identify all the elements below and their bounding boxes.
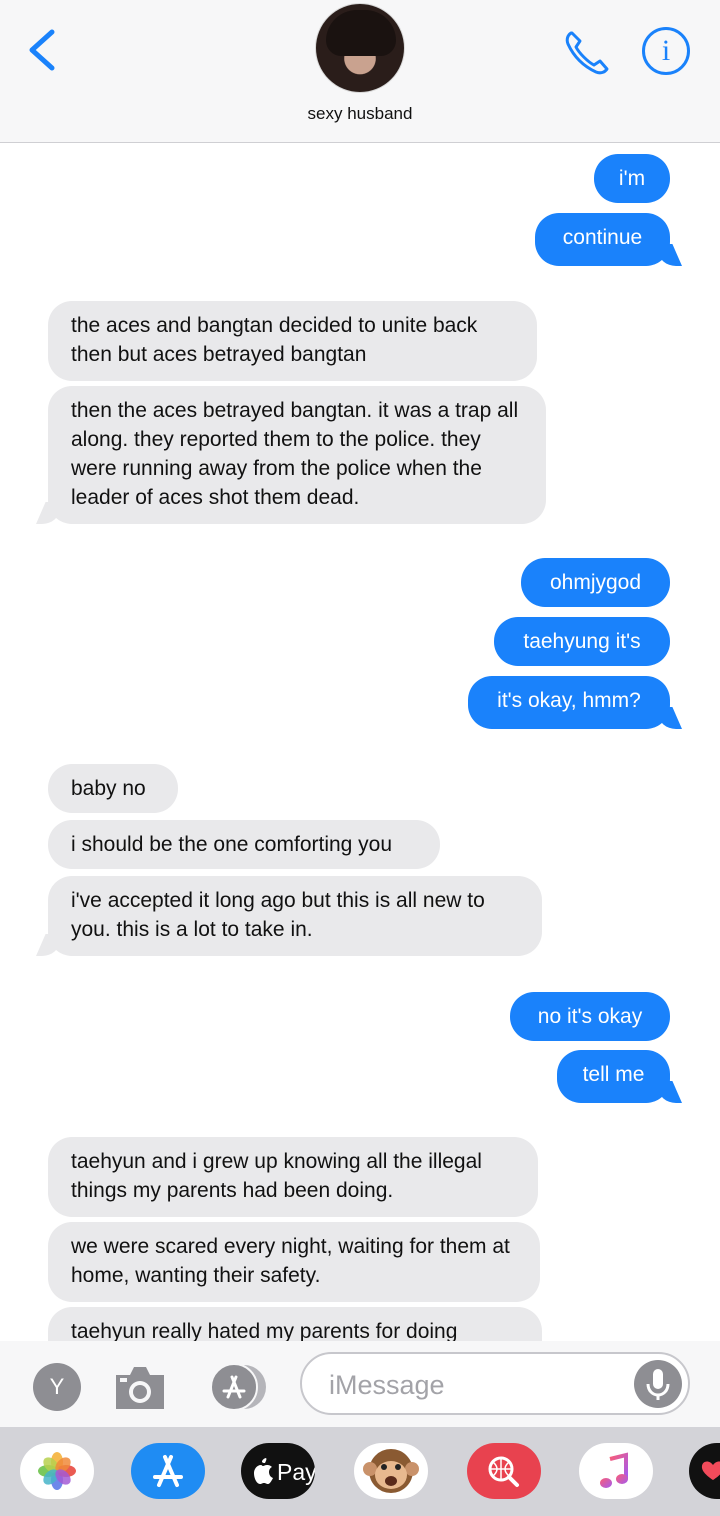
microphone-icon bbox=[646, 1369, 670, 1400]
received-message-bubble[interactable]: the aces and bangtan decided to unite ba… bbox=[48, 301, 537, 381]
info-button[interactable]: i bbox=[642, 27, 690, 75]
app-store-button[interactable] bbox=[204, 1363, 270, 1411]
sent-message-bubble[interactable]: no it's okay bbox=[510, 992, 670, 1041]
message-text: i'm bbox=[618, 167, 646, 190]
apple-pay-app-icon[interactable]: Pay bbox=[241, 1443, 315, 1499]
message-input-placeholder: iMessage bbox=[329, 1370, 445, 1400]
received-message-bubble[interactable]: i should be the one comforting you bbox=[48, 820, 440, 869]
sent-message-bubble[interactable]: i'm bbox=[594, 154, 670, 203]
received-message-bubble[interactable]: we were scared every night, waiting for … bbox=[48, 1222, 540, 1302]
chevron-left-icon bbox=[29, 29, 55, 71]
message-text: we were scared every night, waiting for … bbox=[71, 1235, 510, 1287]
conversation-header: sexy husband i bbox=[0, 0, 720, 143]
dictation-button[interactable] bbox=[634, 1360, 682, 1408]
received-message-bubble[interactable]: i've accepted it long ago but this is al… bbox=[48, 876, 542, 956]
message-text: taehyun really hated my parents for doin… bbox=[71, 1320, 458, 1341]
avatar-hair bbox=[326, 10, 396, 56]
message-text: tell me bbox=[582, 1063, 645, 1086]
app-store-app-icon[interactable] bbox=[131, 1443, 205, 1499]
digital-touch-app-icon[interactable] bbox=[689, 1443, 720, 1499]
contact-avatar[interactable] bbox=[315, 3, 405, 93]
call-button[interactable] bbox=[562, 27, 612, 77]
message-text: i should be the one comforting you bbox=[71, 833, 393, 856]
sent-message-bubble[interactable]: ohmjygod bbox=[521, 558, 670, 607]
message-text: taehyun and i grew up knowing all the il… bbox=[71, 1150, 482, 1202]
message-text: it's okay, hmm? bbox=[497, 689, 641, 712]
camera-icon bbox=[116, 1367, 164, 1409]
received-message-bubble[interactable]: taehyun really hated my parents for doin… bbox=[48, 1307, 542, 1341]
sent-message-bubble[interactable]: tell me bbox=[557, 1050, 670, 1103]
message-text: baby no bbox=[71, 777, 146, 800]
app-store-icon bbox=[210, 1363, 266, 1411]
message-text: ohmjygod bbox=[549, 571, 642, 594]
apple-pay-label: Pay bbox=[277, 1459, 315, 1485]
message-text: the aces and bangtan decided to unite ba… bbox=[71, 314, 478, 366]
animoji-app-icon[interactable] bbox=[354, 1443, 428, 1499]
input-bar: Y iMessage bbox=[0, 1341, 720, 1427]
message-text: i've accepted it long ago but this is al… bbox=[71, 889, 485, 941]
received-message-bubble[interactable]: then the aces betrayed bangtan. it was a… bbox=[48, 386, 546, 524]
message-input[interactable]: iMessage bbox=[300, 1352, 690, 1415]
camera-button[interactable] bbox=[112, 1363, 168, 1411]
sent-message-bubble[interactable]: it's okay, hmm? bbox=[468, 676, 670, 729]
back-button[interactable] bbox=[22, 26, 62, 74]
message-text: continue bbox=[562, 226, 643, 249]
sent-message-bubble[interactable]: taehyung it's bbox=[494, 617, 670, 666]
message-text: no it's okay bbox=[537, 1005, 643, 1028]
message-text: then the aces betrayed bangtan. it was a… bbox=[71, 399, 519, 509]
app-drawer: Pay bbox=[0, 1427, 720, 1516]
message-text: taehyung it's bbox=[523, 630, 641, 653]
photos-app-icon[interactable] bbox=[20, 1443, 94, 1499]
sent-message-bubble[interactable]: continue bbox=[535, 213, 670, 266]
contact-name[interactable]: sexy husband bbox=[0, 104, 720, 124]
received-message-bubble[interactable]: taehyun and i grew up knowing all the il… bbox=[48, 1137, 538, 1217]
search-images-app-icon[interactable] bbox=[467, 1443, 541, 1499]
phone-icon bbox=[565, 31, 609, 75]
received-message-bubble[interactable]: baby no bbox=[48, 764, 178, 813]
music-app-icon[interactable] bbox=[579, 1443, 653, 1499]
message-list[interactable]: i'm continue the aces and bangtan decided … bbox=[0, 144, 720, 1341]
info-icon: i bbox=[661, 34, 671, 67]
app-toggle-button[interactable]: Y bbox=[33, 1363, 81, 1411]
